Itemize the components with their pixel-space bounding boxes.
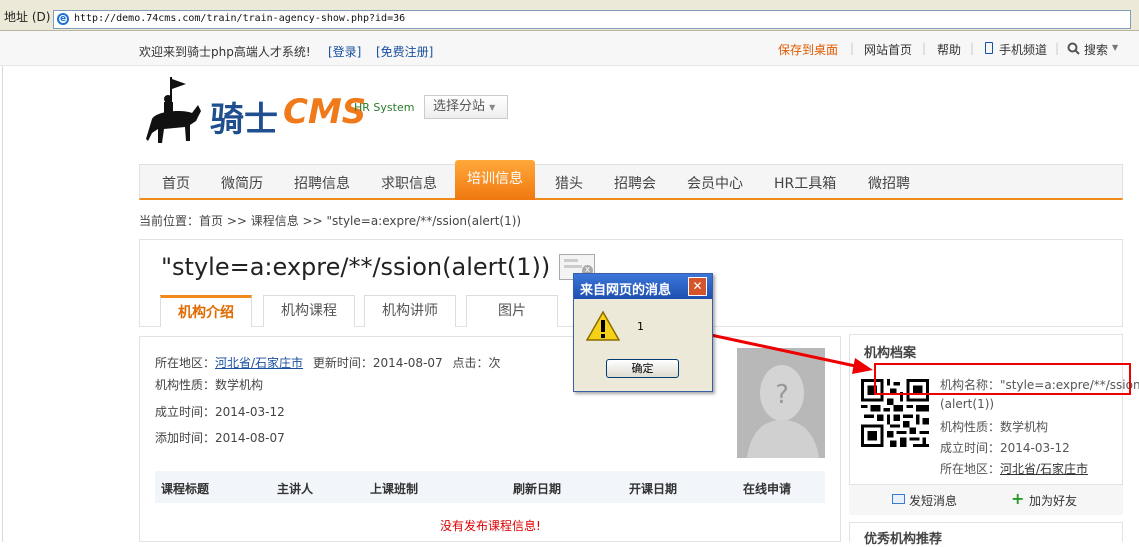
mobile-link[interactable]: 手机频道 — [999, 41, 1047, 58]
warning-icon — [586, 310, 620, 341]
send-message-link[interactable]: 发短消息 — [909, 492, 957, 509]
region-link[interactable]: 河北省/石家庄市 — [215, 356, 303, 370]
close-icon[interactable]: ✕ — [688, 277, 707, 296]
tab-agency-intro[interactable]: 机构介绍 — [160, 295, 252, 327]
envelope-icon — [892, 494, 905, 504]
search-link[interactable]: 搜索 — [1084, 41, 1108, 58]
highlight-box — [874, 363, 1131, 395]
region-row: 所在地区：河北省/石家庄市 更新时间：2014-08-07 点击：次 — [155, 354, 501, 371]
col-course-title: 课程标题 — [161, 482, 210, 496]
logo-tagline: HR System — [354, 101, 415, 114]
updated-value: 2014-08-07 — [372, 356, 443, 370]
welcome-text: 欢迎来到骑士php高端人才系统! — [139, 45, 311, 59]
plus-icon: + — [1011, 489, 1025, 508]
divider: | — [970, 41, 975, 55]
home-link[interactable]: 网站首页 — [864, 41, 912, 58]
help-link[interactable]: 帮助 — [937, 41, 961, 58]
nav-item-job-fair[interactable]: 招聘会 — [614, 173, 656, 193]
address-url[interactable]: http://demo.74cms.com/train/train-agency… — [74, 13, 405, 24]
col-online-apply: 在线申请 — [743, 482, 792, 496]
clicks-suffix: 次 — [488, 356, 501, 370]
col-start-date: 开课日期 — [629, 482, 678, 496]
nav-item-member-center[interactable]: 会员中心 — [687, 173, 743, 193]
agency-type: 机构性质：数学机构 — [940, 420, 1049, 434]
nav-item-job-seeking[interactable]: 求职信息 — [381, 173, 437, 193]
recommend-heading: 优秀机构推荐 — [864, 532, 943, 547]
breadcrumb: 当前位置：首页 >> 课程信息 >> "style=a:expre/**/ssi… — [139, 214, 522, 228]
agency-region-link[interactable]: 河北省/石家庄市 — [1000, 462, 1088, 476]
empty-course-message: 没有发布课程信息! — [440, 519, 541, 533]
added-date: 添加时间：2014-08-07 — [155, 431, 285, 445]
tab-agency-lecturers[interactable]: 机构讲师 — [364, 295, 456, 327]
site-select-label: 选择分站 — [433, 99, 486, 114]
agency-region-label: 所在地区： — [940, 462, 1001, 476]
login-link[interactable]: [登录] — [328, 43, 361, 60]
course-table-header: 课程标题 主讲人 上课班制 刷新日期 开课日期 在线申请 — [155, 471, 825, 503]
agency-name-line2: (alert(1)) — [940, 397, 995, 411]
mobile-icon — [985, 42, 993, 54]
knight-horse-logo — [146, 77, 201, 143]
divider: | — [850, 41, 855, 55]
agency-actions-bar: 发短消息 + 加为好友 — [849, 484, 1123, 515]
nav-item-micro-recruit[interactable]: 微招聘 — [868, 173, 910, 193]
nav-item-hr-toolbox[interactable]: HR工具箱 — [774, 173, 836, 193]
tab-agency-courses[interactable]: 机构课程 — [263, 295, 355, 327]
browser-address-bar: 地址 (D) e http://demo.74cms.com/train/tra… — [0, 0, 1139, 31]
col-lecturer: 主讲人 — [277, 482, 314, 496]
divider: | — [922, 41, 927, 55]
col-refresh-date: 刷新日期 — [513, 482, 562, 496]
clicks-label: 点击： — [452, 356, 489, 370]
logo-text: 骑士 — [210, 100, 278, 140]
nav-item-home[interactable]: 首页 — [162, 173, 190, 193]
updated-label: 更新时间： — [312, 356, 373, 370]
address-label: 地址 (D) — [4, 10, 51, 24]
page-title: "style=a:expre/**/ssion(alert(1)) — [161, 253, 551, 281]
ie-icon: e — [57, 13, 69, 25]
svg-text:?: ? — [775, 380, 789, 410]
founded-date: 成立时间：2014-03-12 — [155, 405, 285, 419]
dialog-message: 1 — [637, 320, 644, 333]
address-input[interactable]: e http://demo.74cms.com/train/train-agen… — [53, 10, 1131, 29]
search-icon — [1067, 42, 1080, 55]
main-nav: 首页 微简历 招聘信息 求职信息 猎头 招聘会 会员中心 HR工具箱 微招聘 — [139, 164, 1123, 200]
chevron-down-icon: ▼ — [489, 103, 496, 112]
save-desktop-link[interactable]: 保存到桌面 — [778, 41, 838, 58]
nav-item-headhunter[interactable]: 猎头 — [555, 173, 583, 193]
agency-region-row: 所在地区：河北省/石家庄市 — [940, 460, 1088, 477]
nav-item-jobs[interactable]: 招聘信息 — [294, 173, 350, 193]
chevron-down-icon: ▼ — [1112, 43, 1119, 52]
col-class-system: 上课班制 — [370, 482, 419, 496]
register-link[interactable]: [免费注册] — [376, 43, 433, 60]
nav-item-micro-resume[interactable]: 微简历 — [221, 173, 263, 193]
add-friend-link[interactable]: 加为好友 — [1029, 492, 1077, 509]
nav-item-training[interactable]: 培训信息 — [455, 160, 535, 200]
tab-pictures[interactable]: 图片 — [466, 295, 558, 327]
agency-founded: 成立时间：2014-03-12 — [940, 441, 1070, 455]
site-select[interactable]: 选择分站 ▼ — [424, 95, 508, 119]
ok-button[interactable]: 确定 — [606, 359, 679, 378]
dialog-title: 来自网页的消息 — [580, 283, 672, 298]
divider: | — [1055, 41, 1060, 55]
region-label: 所在地区： — [155, 356, 216, 370]
agency-type: 机构性质：数学机构 — [155, 378, 264, 392]
